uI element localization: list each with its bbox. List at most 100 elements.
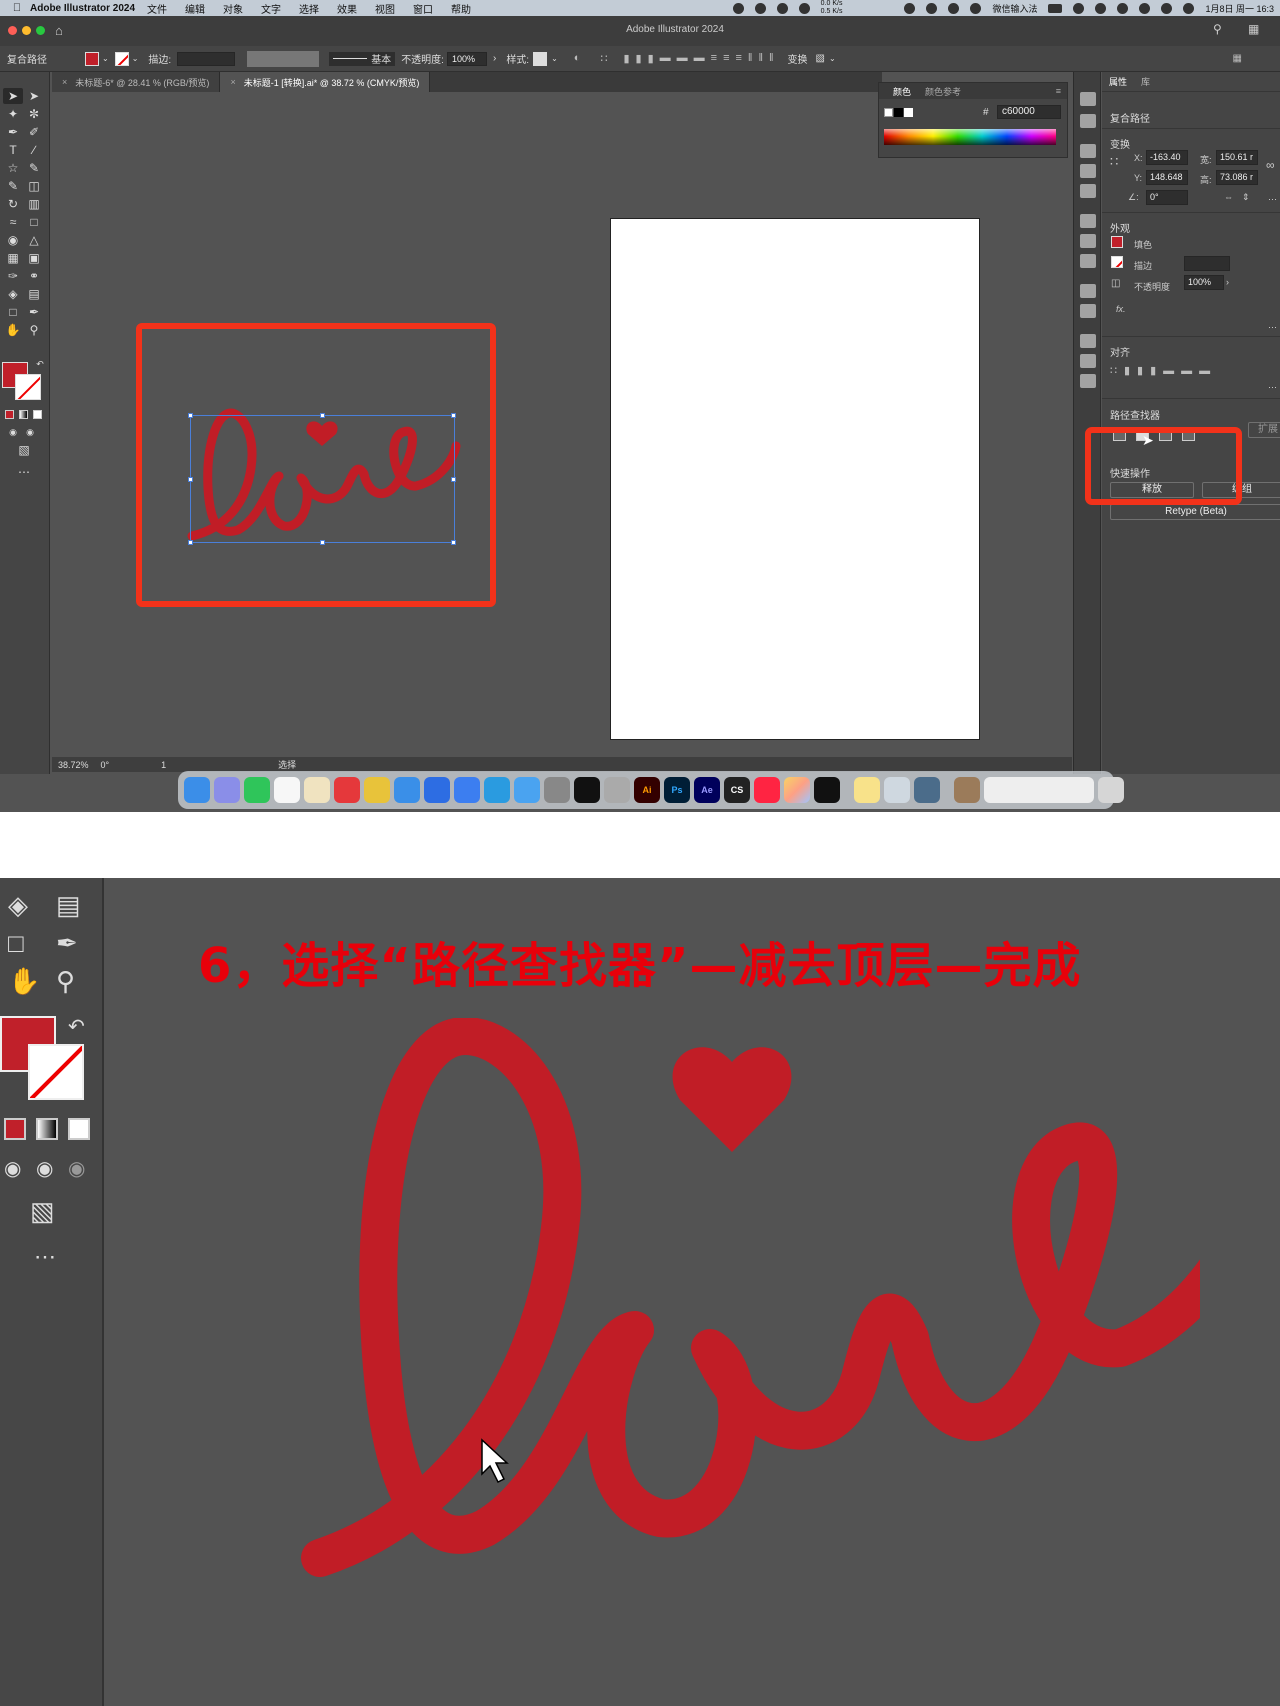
artboard-tool-icon[interactable]: □ xyxy=(8,928,24,959)
pen-tool-icon[interactable]: ✒ xyxy=(3,124,23,140)
color-mode-icon[interactable] xyxy=(4,1118,26,1140)
flip-horizontal-icon[interactable]: ⇔ xyxy=(1224,192,1233,202)
dock-files-icon[interactable] xyxy=(514,777,540,803)
draw-normal-icon[interactable]: ◉ xyxy=(4,1156,21,1181)
app-menu[interactable]: Adobe Illustrator 2024 xyxy=(30,3,135,14)
record-icon[interactable] xyxy=(732,2,744,14)
user-icon[interactable] xyxy=(926,2,938,14)
type-tool-icon[interactable]: T xyxy=(3,142,23,158)
shape-builder-tool-icon[interactable]: ◉ xyxy=(3,232,23,248)
shaper-tool-icon[interactable]: ✎ xyxy=(3,178,23,194)
appearance-stroke-swatch[interactable] xyxy=(1111,256,1123,268)
siri-icon[interactable] xyxy=(1183,2,1195,14)
distribute-right-icon[interactable]: ‖ xyxy=(769,52,774,65)
dock-trash-icon[interactable] xyxy=(1098,777,1124,803)
symbol-sprayer-tool-icon[interactable]: ◈ xyxy=(8,890,28,921)
draw-behind-icon[interactable]: ◉ xyxy=(20,424,40,440)
transform-link[interactable]: 变换 xyxy=(788,51,808,66)
stroke-style-select[interactable]: 基本 xyxy=(329,51,396,66)
transparency-panel-icon[interactable] xyxy=(1080,254,1096,268)
dock-blender-icon[interactable] xyxy=(604,777,630,803)
chevron-right-icon[interactable]: › xyxy=(493,53,496,64)
lasso-tool-icon[interactable]: ✼ xyxy=(24,106,44,122)
dock-m-icon[interactable] xyxy=(304,777,330,803)
menu-view[interactable]: 视图 xyxy=(375,1,395,16)
chevron-down-icon[interactable]: ⌄ xyxy=(102,54,109,63)
brushes-panel-icon[interactable] xyxy=(1080,164,1096,178)
dock-safari-icon[interactable] xyxy=(394,777,420,803)
tab-color-guide[interactable]: 颜色参考 xyxy=(925,85,961,98)
style-swatch[interactable] xyxy=(533,51,548,66)
screen-mode-icon[interactable]: ▧ xyxy=(30,1196,55,1227)
menu-edit[interactable]: 编辑 xyxy=(185,1,205,16)
direct-selection-tool-icon[interactable]: ➤ xyxy=(24,88,44,104)
dock-qq-icon[interactable] xyxy=(274,777,300,803)
distribute-bottom-icon[interactable]: ≡ xyxy=(735,52,741,65)
symbol-sprayer-tool-icon[interactable]: ◈ xyxy=(3,286,23,302)
align-top-icon[interactable]: ▬ xyxy=(660,52,671,65)
distribute-hcenter-icon[interactable]: ‖ xyxy=(758,52,763,65)
search-icon[interactable]: ⚲ xyxy=(1213,22,1222,36)
distribute-left-icon[interactable]: ‖ xyxy=(748,52,753,65)
x-input[interactable]: -163.40 xyxy=(1146,150,1188,165)
symbols-panel-icon[interactable] xyxy=(1080,184,1096,198)
free-transform-tool-icon[interactable]: □ xyxy=(24,214,44,230)
dock-notes-icon[interactable] xyxy=(854,777,880,803)
dock-launchpad-icon[interactable] xyxy=(214,777,240,803)
asset-export-panel-icon[interactable] xyxy=(1080,354,1096,368)
none-mode-icon[interactable] xyxy=(68,1118,90,1140)
align-hcenter-icon[interactable]: ▮ xyxy=(636,52,642,65)
tab-document-6[interactable]: × 未标题-6* @ 28.41 % (RGB/预览) xyxy=(52,72,221,92)
layers-panel-icon[interactable] xyxy=(1080,334,1096,348)
line-tool-icon[interactable]: ∕ xyxy=(24,142,44,158)
eraser-tool-icon[interactable]: ◫ xyxy=(24,178,44,194)
appearance-panel-icon[interactable] xyxy=(1080,284,1096,298)
menu-type[interactable]: 文字 xyxy=(261,1,281,16)
gradient-mode-icon[interactable] xyxy=(36,1118,58,1140)
opacity-input[interactable]: 100% xyxy=(1184,275,1224,290)
tab-libraries[interactable]: 库 xyxy=(1141,75,1150,88)
more-options-icon[interactable]: ⋯ xyxy=(1268,194,1277,205)
distribute-vcenter-icon[interactable]: ≡ xyxy=(723,52,729,65)
paintbrush-tool-icon[interactable]: ✎ xyxy=(24,160,44,176)
warp-tool-icon[interactable]: ≈ xyxy=(3,214,23,230)
ime-icon[interactable] xyxy=(970,2,982,14)
dock-chrome-icon[interactable] xyxy=(364,777,390,803)
dock-aftereffects-icon[interactable]: Ae xyxy=(694,777,720,803)
align-left-icon[interactable]: ▮ xyxy=(623,52,629,65)
dock-feishu-icon[interactable] xyxy=(454,777,480,803)
align-bottom-icon[interactable]: ▬ xyxy=(694,52,705,65)
dock-cs-icon[interactable]: CS xyxy=(724,777,750,803)
artboard-tool-icon[interactable]: □ xyxy=(3,304,23,320)
star-tool-icon[interactable]: ☆ xyxy=(3,160,23,176)
eyedropper-tool-icon[interactable]: ✑ xyxy=(3,268,23,284)
ime-label[interactable]: 微信输入法 xyxy=(992,2,1037,15)
curvature-tool-icon[interactable]: ✐ xyxy=(24,124,44,140)
chevron-right-icon[interactable]: › xyxy=(1226,277,1229,287)
stroke-panel-icon[interactable] xyxy=(1080,214,1096,228)
dock-settings-icon[interactable] xyxy=(544,777,570,803)
perspective-tool-icon[interactable]: △ xyxy=(24,232,44,248)
rotation-value[interactable]: 0° xyxy=(101,760,110,770)
gradient-panel-icon[interactable] xyxy=(1080,234,1096,248)
fill-swatch[interactable] xyxy=(85,51,99,66)
expand-button[interactable]: 扩展 xyxy=(1248,422,1280,438)
panel-menu-icon[interactable]: ≡ xyxy=(1056,86,1061,96)
screen-mode-icon[interactable]: ▧ xyxy=(14,442,34,458)
dock-wps-icon[interactable] xyxy=(334,777,360,803)
graph-tool-icon[interactable]: ▤ xyxy=(24,286,44,302)
hand-tool-icon[interactable]: ✋ xyxy=(8,966,40,997)
dock-edge-icon[interactable] xyxy=(484,777,510,803)
appearance-fill-swatch[interactable] xyxy=(1111,236,1123,248)
chevron-down-icon[interactable]: ⌄ xyxy=(551,54,558,63)
clock[interactable]: 1月8日 周一 16:3 xyxy=(1205,2,1274,15)
account-icon[interactable] xyxy=(1095,2,1107,14)
zoom-level[interactable]: 38.72% xyxy=(58,760,89,770)
menu-window[interactable]: 窗口 xyxy=(413,1,433,16)
reference-point-icon[interactable]: ∷ xyxy=(1110,154,1118,170)
slice-tool-icon[interactable]: ✒ xyxy=(24,304,44,320)
swap-colors-icon[interactable]: ↶ xyxy=(30,356,50,372)
dock-xiaohongshu-icon[interactable] xyxy=(754,777,780,803)
artboard[interactable] xyxy=(610,218,980,740)
dock-folder-icon[interactable] xyxy=(954,777,980,803)
